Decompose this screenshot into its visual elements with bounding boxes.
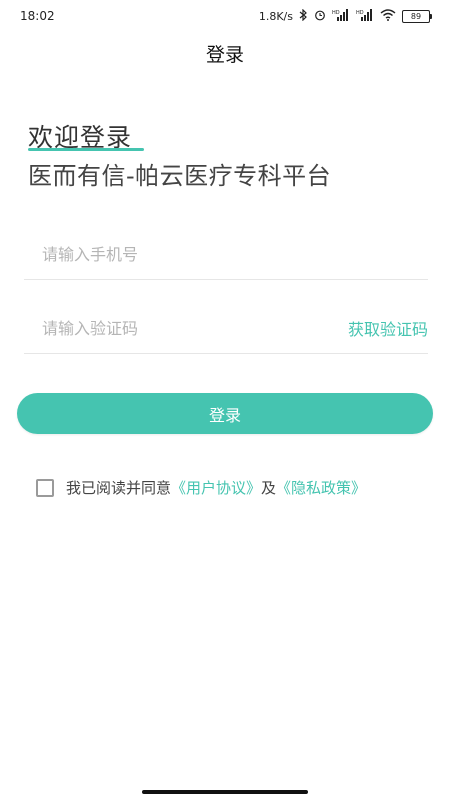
agreement-row: 我已阅读并同意 《用户协议》 及 《隐私政策》 [36,477,366,498]
phone-field [24,228,428,280]
svg-text:HD: HD [356,10,364,16]
wifi-icon [380,9,396,23]
battery-icon: 89 [402,9,432,23]
signal-hd-icon: HD [356,9,374,23]
agreement-prefix: 我已阅读并同意 [66,479,172,497]
status-icons: 1.8K/s HD HD 89 [258,8,432,23]
privacy-policy-link[interactable]: 《隐私政策》 [276,477,366,498]
signal-hd-icon: HD [332,9,350,23]
status-bar: 18:02 1.8K/s HD HD 89 [0,0,450,32]
page-title: 登录 [205,44,244,66]
login-button[interactable]: 登录 [17,393,433,434]
bluetooth-icon [299,8,308,23]
platform-subtitle: 医而有信-帕云医疗专科平台 [28,162,332,190]
agreement-conjunction: 及 [261,479,277,497]
get-code-button[interactable]: 获取验证码 [348,316,428,340]
status-time: 18:02 [20,9,55,23]
user-agreement-link[interactable]: 《用户协议》 [171,477,261,498]
welcome-underline [28,148,144,151]
phone-input[interactable] [40,228,344,280]
verification-code-input[interactable] [40,302,344,354]
network-speed: 1.8K/s [258,9,293,23]
alarm-icon [314,9,326,23]
agreement-checkbox[interactable] [36,478,54,497]
home-indicator[interactable] [142,790,308,794]
svg-text:HD: HD [332,10,340,16]
code-field: 获取验证码 [24,302,428,354]
